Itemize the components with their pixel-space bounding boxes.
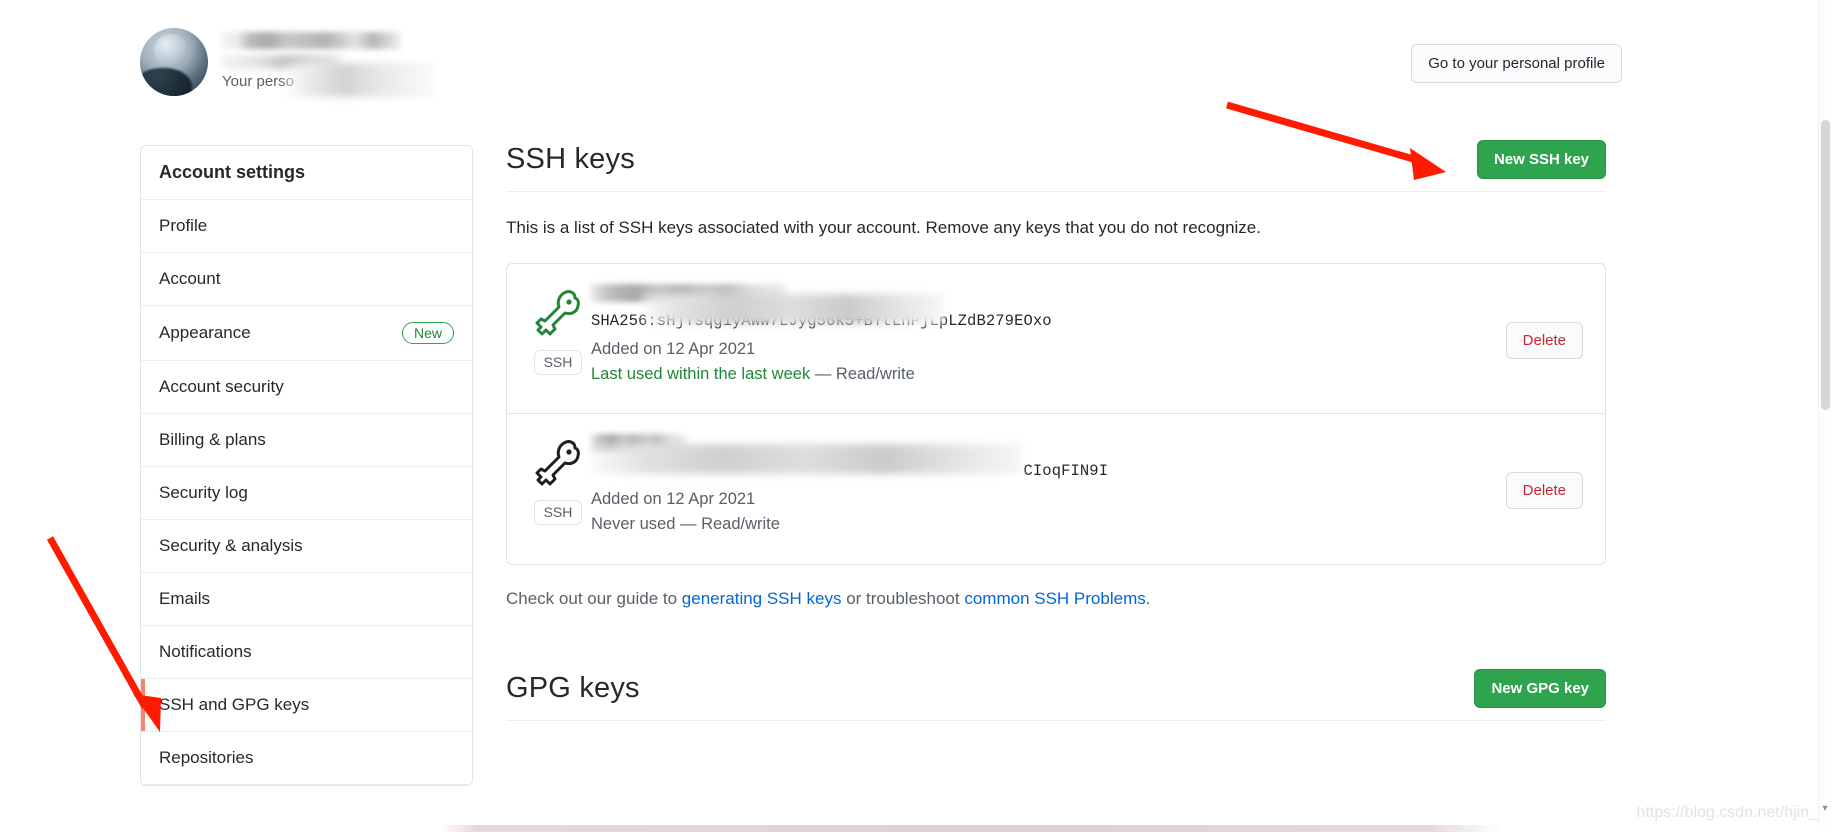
ssh-key-fingerprint: SHA256:sHjTsqg1yAWw7LJyg56k5+BYtLnPjLpLZ…	[591, 294, 1583, 330]
go-to-personal-profile-button[interactable]: Go to your personal profile	[1411, 44, 1622, 83]
user-header: Your perso	[140, 28, 434, 97]
ssh-key-last-used: Last used within the last week	[591, 365, 811, 383]
sidebar-item-label: Account	[159, 269, 221, 288]
ssh-key-icon-group: SSH	[525, 434, 591, 526]
sidebar-item-label: Account security	[159, 377, 284, 396]
page-root: Your perso Go to your personal profile A…	[0, 0, 1832, 832]
ssh-keys-description: This is a list of SSH keys associated wi…	[506, 218, 1261, 237]
ssh-type-badge: SSH	[533, 500, 583, 526]
bottom-edge-strip	[0, 825, 1832, 832]
ssh-key-row: SSH SHA256:sHjTsqg1yAWw7LJyg56k5+BYtLnPj…	[507, 264, 1605, 414]
sidebar-item-label: Repositories	[159, 748, 254, 767]
sidebar-item-emails[interactable]: Emails	[141, 573, 472, 626]
footnote-text-after: .	[1145, 589, 1151, 608]
sidebar-item-label: Notifications	[159, 642, 252, 661]
ssh-type-badge: SSH	[533, 350, 583, 376]
watermark: https://blog.csdn.net/hjin_	[1636, 804, 1818, 821]
ssh-key-usage: Last used within the last week — Read/wr…	[591, 365, 1583, 384]
main-content: SSH keys New SSH key This is a list of S…	[506, 140, 1606, 721]
key-icon	[535, 440, 580, 486]
ssh-key-row: SSH SHA256:xxxxxxxxxxxxxxxxxxxxxxxxxxxxx…	[507, 414, 1605, 564]
footnote-text-before: Check out our guide to	[506, 589, 682, 608]
gpg-keys-header: GPG keys New GPG key	[506, 669, 1606, 721]
footnote-text-middle: or troubleshoot	[841, 589, 965, 608]
fingerprint-redaction	[591, 444, 1021, 474]
fingerprint-redaction	[643, 294, 943, 324]
ssh-key-usage: Never used — Read/write	[591, 515, 1583, 534]
sidebar-item-label: Security log	[159, 483, 248, 502]
sidebar-item-label: Emails	[159, 589, 211, 608]
delete-ssh-key-button[interactable]: Delete	[1505, 472, 1583, 509]
avatar[interactable]	[140, 28, 208, 96]
ssh-key-details: SHA256:sHjTsqg1yAWw7LJyg56k5+BYtLnPjLpLZ…	[591, 284, 1583, 384]
sidebar-item-repositories[interactable]: Repositories	[141, 732, 472, 785]
sidebar-item-account-security[interactable]: Account security	[141, 361, 472, 414]
sidebar-item-ssh-and-gpg-keys[interactable]: SSH and GPG keys	[141, 679, 472, 732]
ssh-key-permission: — Read/write	[679, 515, 780, 533]
page-title: SSH keys	[506, 143, 635, 175]
sidebar-title-label: Account settings	[159, 162, 306, 182]
sidebar-item-billing-plans[interactable]: Billing & plans	[141, 414, 472, 467]
profile-subtitle-redaction	[284, 63, 434, 97]
sidebar-item-label: SSH and GPG keys	[159, 695, 310, 714]
sidebar-item-label: Appearance	[159, 323, 251, 342]
ssh-key-added-date: Added on 12 Apr 2021	[591, 490, 756, 508]
fingerprint-text: CIoqFIN9I	[1023, 462, 1109, 480]
ssh-key-details: SHA256:xxxxxxxxxxxxxxxxxxxxxxxxxxxxxxxxx…	[591, 434, 1583, 534]
ssh-keys-list: SSH SHA256:sHjTsqg1yAWw7LJyg56k5+BYtLnPj…	[506, 263, 1606, 565]
username-redacted	[222, 32, 402, 49]
new-badge: New	[401, 322, 454, 344]
sidebar-item-security-log[interactable]: Security log	[141, 467, 472, 520]
ssh-key-icon-group: SSH	[525, 284, 591, 376]
user-identity: Your perso	[222, 28, 434, 97]
page-scrollbar[interactable]: ▾	[1818, 0, 1832, 832]
sidebar-item-label: Billing & plans	[159, 430, 266, 449]
sidebar-item-security-analysis[interactable]: Security & analysis	[141, 520, 472, 573]
sidebar-item-appearance[interactable]: Appearance New	[141, 306, 472, 361]
sidebar-item-label: Security & analysis	[159, 536, 303, 555]
delete-ssh-key-button[interactable]: Delete	[1505, 322, 1583, 359]
ssh-keys-header: SSH keys New SSH key	[506, 140, 1606, 192]
sidebar-item-account[interactable]: Account	[141, 253, 472, 306]
gpg-section-title: GPG keys	[506, 672, 640, 704]
profile-subtitle-row: Your perso	[222, 63, 434, 97]
ssh-key-permission: — Read/write	[814, 365, 915, 383]
sidebar-title: Account settings	[141, 146, 472, 200]
key-icon	[535, 290, 580, 336]
ssh-key-last-used: Never used	[591, 515, 676, 533]
scrollbar-thumb[interactable]	[1821, 120, 1830, 410]
sidebar-item-profile[interactable]: Profile	[141, 200, 472, 253]
new-gpg-key-button[interactable]: New GPG key	[1474, 669, 1606, 708]
sidebar-item-notifications[interactable]: Notifications	[141, 626, 472, 679]
new-ssh-key-button[interactable]: New SSH key	[1476, 140, 1606, 179]
sidebar-item-label: Profile	[159, 216, 208, 235]
ssh-keys-footnote: Check out our guide to generating SSH ke…	[506, 589, 1606, 609]
ssh-key-fingerprint: SHA256:xxxxxxxxxxxxxxxxxxxxxxxxxxxxxxxxx…	[591, 444, 1583, 480]
account-settings-sidebar: Account settings Profile Account Appeara…	[140, 145, 473, 786]
common-ssh-problems-link[interactable]: common SSH Problems	[964, 589, 1145, 608]
ssh-key-added-date: Added on 12 Apr 2021	[591, 340, 756, 358]
generating-ssh-keys-link[interactable]: generating SSH keys	[682, 589, 842, 608]
chevron-down-icon[interactable]: ▾	[1820, 804, 1830, 814]
